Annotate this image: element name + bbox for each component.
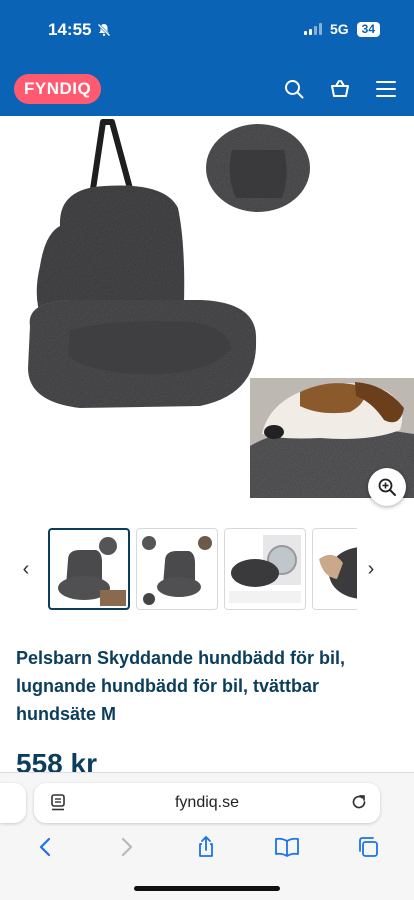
thumbnail-2[interactable]: [136, 528, 218, 610]
thumbnail-carousel: ‹ ›: [0, 514, 414, 624]
header-actions: [284, 79, 396, 99]
browser-toolbar: fyndiq.se: [0, 772, 414, 900]
menu-icon[interactable]: [376, 80, 396, 98]
home-indicator: [134, 886, 280, 891]
fyndiq-logo[interactable]: FYNDIQ: [14, 74, 102, 104]
status-time: 14:55: [48, 20, 111, 40]
thumbnail-list: [48, 528, 357, 610]
signal-icon: [303, 23, 322, 35]
zoom-button[interactable]: [368, 468, 406, 506]
product-image[interactable]: [0, 116, 414, 514]
previous-tab-pill[interactable]: [0, 783, 26, 823]
battery-icon: 34: [356, 21, 380, 37]
bell-muted-icon: [98, 23, 111, 37]
product-title: Pelsbarn Skyddande hundbädd för bil, lug…: [16, 648, 346, 724]
tabs-icon[interactable]: [356, 835, 380, 859]
reload-icon[interactable]: [350, 793, 368, 811]
carousel-next-button[interactable]: ›: [357, 558, 385, 581]
bookmarks-icon[interactable]: [274, 835, 300, 859]
share-icon[interactable]: [194, 835, 218, 859]
thumbnail-3[interactable]: [224, 528, 306, 610]
page-menu-icon[interactable]: [50, 794, 66, 812]
thumbnail-1[interactable]: [48, 528, 130, 610]
thumbnail-4[interactable]: [312, 528, 357, 610]
carousel-prev-button[interactable]: ‹: [12, 558, 40, 581]
status-bar: 14:55 5G 34: [0, 0, 414, 62]
network-label: 5G: [329, 21, 349, 37]
status-indicators: 5G 34: [303, 21, 380, 37]
zoom-in-icon: [378, 478, 396, 496]
browser-nav: [0, 835, 414, 859]
cart-icon[interactable]: [330, 79, 350, 99]
clock: 14:55: [48, 20, 92, 39]
address-bar[interactable]: fyndiq.se: [34, 783, 380, 823]
product-photo: [28, 119, 414, 498]
app-header: FYNDIQ: [0, 62, 414, 116]
back-icon[interactable]: [34, 835, 58, 859]
search-icon[interactable]: [284, 79, 304, 99]
forward-icon[interactable]: [114, 835, 138, 859]
url-text: fyndiq.se: [174, 794, 240, 811]
